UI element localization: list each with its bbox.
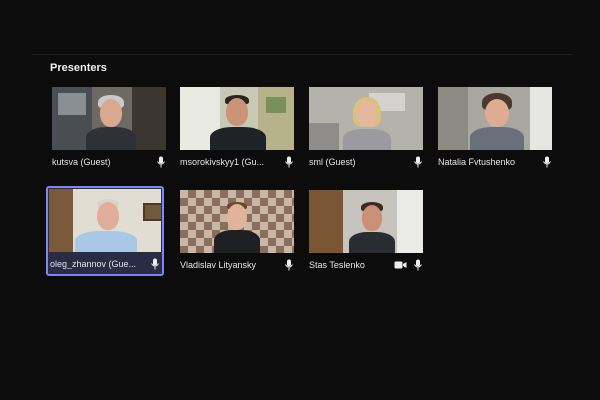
participant-name: Vladislav Lityansky [180,260,257,270]
participant-video [52,87,166,150]
mic-icon[interactable] [413,156,423,168]
mic-icon[interactable] [156,156,166,168]
mic-icon[interactable] [542,156,552,168]
participant-video [309,190,423,253]
participant-name: sml (Guest) [309,157,356,167]
participant-tile[interactable]: Stas Teslenko [307,187,425,277]
section-title-presenters: Presenters [50,62,107,74]
participant-video [49,189,161,252]
participant-tile[interactable]: sml (Guest) [307,84,425,174]
participant-video [309,87,423,150]
mic-icon[interactable] [284,259,294,271]
mic-icon[interactable] [284,156,294,168]
participant-name: oleg_zhannov (Gue... [50,259,137,269]
video-camera-icon[interactable] [394,260,407,270]
participant-name: kutsva (Guest) [52,157,111,167]
participant-name: Natalia Fvtushenko [438,157,516,167]
participant-tile[interactable]: Natalia Fvtushenko [436,84,554,174]
participant-tile[interactable]: Vladislav Lityansky [178,187,296,277]
participant-tile-active[interactable]: oleg_zhannov (Gue... [46,186,164,276]
participant-name: msorokivskyy1 (Gu... [180,157,265,167]
top-divider [32,54,572,55]
mic-icon[interactable] [413,259,423,271]
participant-video [180,190,294,253]
participant-tile[interactable]: kutsva (Guest) [50,84,168,174]
participant-video [438,87,552,150]
mic-icon[interactable] [150,258,160,270]
participant-video [180,87,294,150]
participant-name: Stas Teslenko [309,260,365,270]
participant-tile[interactable]: msorokivskyy1 (Gu... [178,84,296,174]
